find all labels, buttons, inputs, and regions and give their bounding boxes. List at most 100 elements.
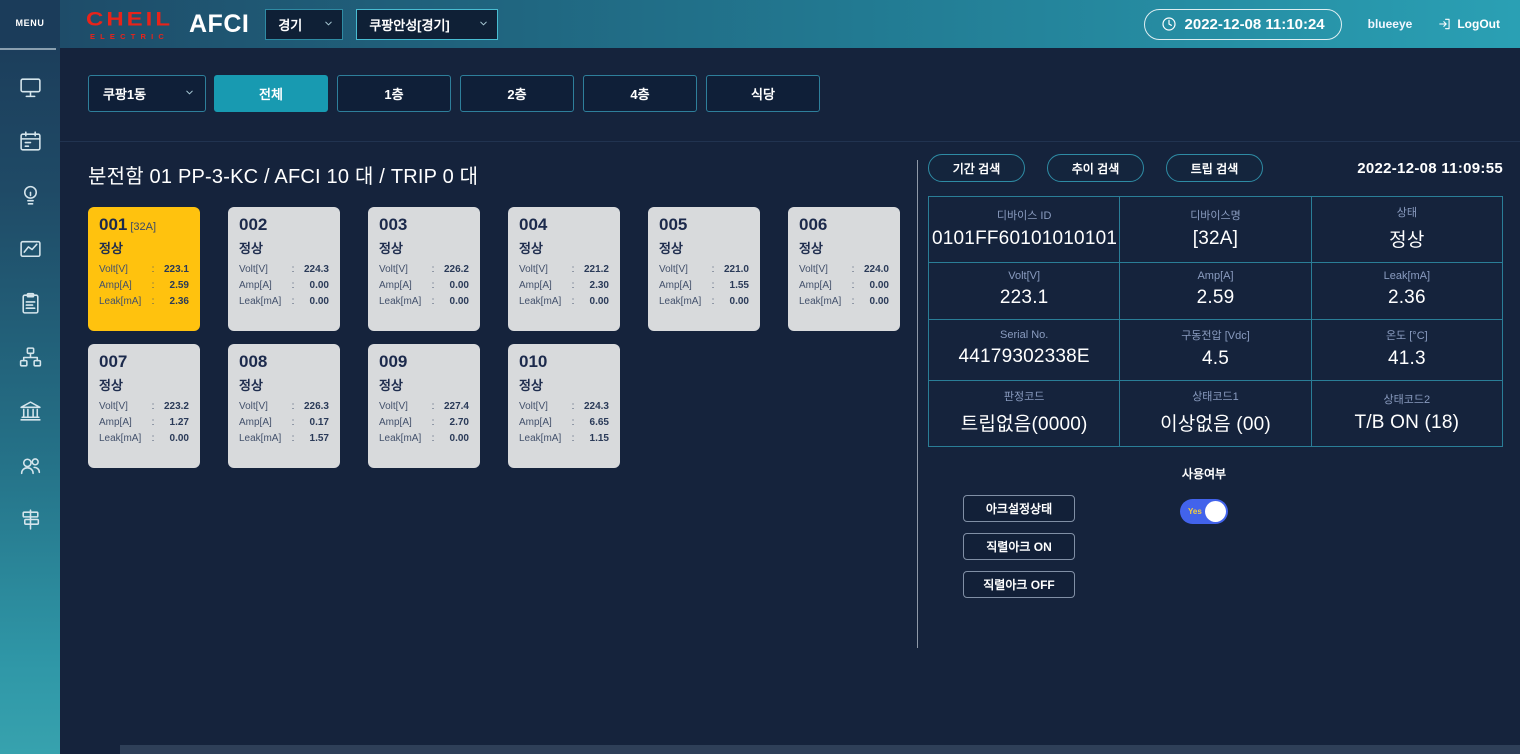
metric-colon: :: [287, 264, 299, 275]
cell-label: 온도 [°C]: [1315, 327, 1499, 343]
cell-value: 0101FF60101010101: [932, 228, 1116, 250]
table-row: Volt[V]223.1Amp[A]2.59Leak[mA]2.36: [929, 263, 1503, 320]
device-number: 006: [799, 215, 827, 234]
sidebar-item-report[interactable]: [17, 290, 43, 316]
cell-value: 223.1: [932, 287, 1116, 309]
device-card[interactable]: 003정상Volt[V]:226.2Amp[A]:0.00Leak[mA]:0.…: [368, 207, 480, 331]
username[interactable]: blueeye: [1368, 17, 1413, 31]
cell-value: T/B ON (18): [1315, 412, 1499, 434]
metric-colon: :: [427, 280, 439, 291]
tab-all[interactable]: 전체: [214, 75, 328, 112]
sidebar-item-sitemap[interactable]: [17, 344, 43, 370]
cell-label: 상태: [1315, 204, 1499, 220]
metric-value: 0.17: [299, 417, 329, 428]
metric-row: Volt[V]:221.0: [659, 264, 749, 275]
metric-value: 2.59: [159, 280, 189, 291]
sidebar-item-chart[interactable]: [17, 236, 43, 262]
table-cell: 디바이스 ID 0101FF60101010101: [929, 197, 1120, 263]
sidebar-item-bulb[interactable]: [17, 182, 43, 208]
cell-label: 디바이스 ID: [932, 207, 1116, 223]
logout-button[interactable]: LogOut: [1438, 17, 1500, 31]
tab-floor1[interactable]: 1층: [337, 75, 451, 112]
serial-arc-on-button[interactable]: 직렬아크 ON: [963, 533, 1075, 560]
metric-label: Volt[V]: [239, 401, 287, 412]
cell-label: 구동전압 [Vdc]: [1123, 327, 1307, 343]
device-card[interactable]: 004정상Volt[V]:221.2Amp[A]:2.30Leak[mA]:0.…: [508, 207, 620, 331]
trip-search-button[interactable]: 트립 검색: [1166, 154, 1263, 182]
status-badge: 정상: [99, 238, 189, 257]
metric-colon: :: [567, 280, 579, 291]
device-id: 010: [519, 353, 609, 372]
tab-floor2[interactable]: 2층: [460, 75, 574, 112]
logout-label: LogOut: [1457, 17, 1500, 31]
metric-row: Amp[A]:0.00: [799, 280, 889, 291]
device-card[interactable]: 001[32A]정상Volt[V]:223.1Amp[A]:2.59Leak[m…: [88, 207, 200, 331]
device-card[interactable]: 009정상Volt[V]:227.4Amp[A]:2.70Leak[mA]:0.…: [368, 344, 480, 468]
metric-value: 1.15: [579, 433, 609, 444]
cheil-logo[interactable]: CHEIL ELECTRIC: [86, 8, 173, 41]
building-select[interactable]: 쿠팡1동: [88, 75, 206, 112]
sidebar-item-signpost[interactable]: [17, 506, 43, 532]
vertical-divider: [917, 160, 918, 648]
metric-value: 6.65: [579, 417, 609, 428]
metric-label: Volt[V]: [239, 264, 287, 275]
metric-colon: :: [567, 433, 579, 444]
table-cell: 디바이스명[32A]: [1120, 197, 1311, 263]
horizontal-scrollbar[interactable]: [120, 745, 1520, 754]
sidebar-item-building[interactable]: [17, 398, 43, 424]
device-card[interactable]: 002정상Volt[V]:224.3Amp[A]:0.00Leak[mA]:0.…: [228, 207, 340, 331]
status-badge: 정상: [239, 238, 329, 257]
device-card[interactable]: 007정상Volt[V]:223.2Amp[A]:1.27Leak[mA]:0.…: [88, 344, 200, 468]
tab-cafeteria[interactable]: 식당: [706, 75, 820, 112]
cell-label: 판정코드: [932, 388, 1116, 404]
metric-row: Amp[A]:0.00: [379, 280, 469, 291]
table-cell: 판정코드트립없음(0000): [929, 381, 1120, 447]
clock: 2022-12-08 11:10:24: [1144, 9, 1342, 40]
device-card[interactable]: 005정상Volt[V]:221.0Amp[A]:1.55Leak[mA]:0.…: [648, 207, 760, 331]
metric-label: Amp[A]: [519, 280, 567, 291]
device-card[interactable]: 006정상Volt[V]:224.0Amp[A]:0.00Leak[mA]:0.…: [788, 207, 900, 331]
device-card[interactable]: 010정상Volt[V]:224.3Amp[A]:6.65Leak[mA]:1.…: [508, 344, 620, 468]
sidebar-item-monitor[interactable]: [17, 74, 43, 100]
sidebar-item-calendar[interactable]: [17, 128, 43, 154]
table-row: 디바이스 ID0101FF60101010101디바이스명[32A]상태정상: [929, 197, 1503, 263]
search-buttons: 기간 검색 추이 검색 트립 검색: [928, 154, 1263, 182]
period-search-button[interactable]: 기간 검색: [928, 154, 1025, 182]
trend-search-button[interactable]: 추이 검색: [1047, 154, 1144, 182]
metric-value: 2.36: [159, 296, 189, 307]
menu-button[interactable]: MENU: [0, 0, 60, 46]
table-cell: 온도 [°C]41.3: [1311, 320, 1502, 381]
tab-floor4[interactable]: 4층: [583, 75, 697, 112]
metric-value: 226.2: [439, 264, 469, 275]
region-select[interactable]: 경기: [265, 9, 343, 40]
logout-icon: [1438, 17, 1452, 31]
use-toggle-group: 사용여부 Yes: [1180, 465, 1228, 598]
metric-row: Leak[mA]:0.00: [519, 296, 609, 307]
device-card[interactable]: 008정상Volt[V]:226.3Amp[A]:0.17Leak[mA]:1.…: [228, 344, 340, 468]
site-select-value: 쿠팡안성[경기]: [369, 15, 449, 34]
metric-row: Volt[V]:227.4: [379, 401, 469, 412]
serial-arc-off-button[interactable]: 직렬아크 OFF: [963, 571, 1075, 598]
metric-label: Leak[mA]: [99, 433, 147, 444]
metric-colon: :: [707, 296, 719, 307]
sidebar-item-users[interactable]: [17, 452, 43, 478]
table-row: Serial No.44179302338E구동전압 [Vdc]4.5온도 [°…: [929, 320, 1503, 381]
metric-row: Amp[A]:0.17: [239, 417, 329, 428]
metric-colon: :: [847, 296, 859, 307]
metric-colon: :: [147, 264, 159, 275]
metric-colon: :: [847, 280, 859, 291]
cell-label: 디바이스명: [1123, 207, 1307, 223]
site-select[interactable]: 쿠팡안성[경기]: [356, 9, 498, 40]
status-badge: 정상: [799, 238, 889, 257]
arc-setting-status-button[interactable]: 아크설정상태: [963, 495, 1075, 522]
search-row: 기간 검색추이 검색트립 검색 2022-12-08 11:09:55: [928, 154, 1503, 182]
metric-row: Leak[mA]:1.57: [239, 433, 329, 444]
filter-bar: 쿠팡1동 전체1층2층4층식당: [60, 48, 1520, 142]
metric-label: Amp[A]: [239, 280, 287, 291]
table-cell: Volt[V]223.1: [929, 263, 1120, 320]
status-badge: 정상: [379, 375, 469, 394]
use-toggle[interactable]: Yes: [1180, 499, 1228, 524]
table-cell: Serial No.44179302338E: [929, 320, 1120, 381]
monitor-icon: [18, 75, 43, 100]
metric-colon: :: [567, 264, 579, 275]
